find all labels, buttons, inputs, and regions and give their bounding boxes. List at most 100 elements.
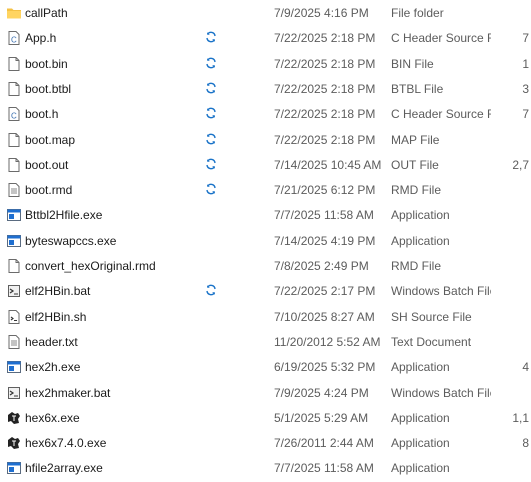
file-type: Application bbox=[391, 233, 450, 248]
file-type: Application bbox=[391, 436, 450, 451]
app-window-icon bbox=[6, 207, 22, 223]
file-row[interactable]: Cboot.h 7/22/2025 2:18 PM C Header Source … bbox=[0, 103, 531, 128]
file-name[interactable]: Bttbl2Hfile.exe bbox=[25, 208, 102, 222]
file-type: Application bbox=[391, 410, 450, 425]
date-modified: 7/14/2025 4:19 PM bbox=[274, 233, 376, 248]
date-modified: 11/20/2012 5:52 AM bbox=[274, 334, 381, 349]
file-size: 3 bbox=[522, 81, 529, 96]
file-name[interactable]: App.h bbox=[25, 31, 56, 45]
date-modified: 7/8/2025 2:49 PM bbox=[274, 259, 369, 273]
file-size: 1 bbox=[522, 56, 529, 71]
text-file-icon bbox=[6, 334, 22, 350]
file-name[interactable]: boot.btbl bbox=[25, 82, 71, 96]
file-row[interactable]: elf2HBin.bat 7/22/2025 2:17 PM Windows Bat… bbox=[0, 280, 531, 305]
file-size: 7 bbox=[522, 107, 529, 122]
sync-status-icon bbox=[205, 284, 217, 296]
file-icon bbox=[6, 56, 22, 72]
date-modified: 7/22/2025 2:17 PM bbox=[274, 284, 376, 299]
file-type: Application bbox=[391, 208, 450, 223]
date-modified: 7/22/2025 2:18 PM bbox=[274, 132, 376, 147]
file-name[interactable]: hex2h.exe bbox=[25, 360, 80, 374]
file-row[interactable]: callPath 7/9/2025 4:16 PM File folder bbox=[0, 2, 531, 27]
file-size: 4 bbox=[522, 360, 529, 375]
sync-status-icon bbox=[205, 183, 217, 195]
file-name[interactable]: boot.map bbox=[25, 133, 75, 147]
file-name[interactable]: byteswapccs.exe bbox=[25, 234, 116, 248]
file-row[interactable]: boot.rmd 7/21/2025 6:12 PM RMD File bbox=[0, 179, 531, 204]
file-row[interactable]: byteswapccs.exe 7/14/2025 4:19 PM Applicat… bbox=[0, 230, 531, 255]
ti-app-icon bbox=[6, 410, 22, 426]
file-type: MAP File bbox=[391, 132, 440, 147]
file-type: BIN File bbox=[391, 56, 434, 71]
date-modified: 7/14/2025 10:45 AM bbox=[274, 157, 382, 172]
file-row[interactable]: hfile2array.exe 7/7/2025 11:58 AM Applicat… bbox=[0, 457, 531, 482]
file-row[interactable]: hex2hmaker.bat 7/9/2025 4:24 PM Windows Ba… bbox=[0, 382, 531, 407]
file-size: 8 bbox=[522, 436, 529, 451]
batch-file-icon bbox=[6, 283, 22, 299]
file-type: SH Source File bbox=[391, 309, 472, 324]
date-modified: 7/22/2025 2:18 PM bbox=[274, 31, 376, 46]
file-name[interactable]: hex2hmaker.bat bbox=[25, 386, 110, 400]
app-window-icon bbox=[6, 359, 22, 375]
folder-icon bbox=[6, 5, 22, 21]
app-window-icon bbox=[6, 460, 22, 476]
batch-file-icon bbox=[6, 385, 22, 401]
file-name[interactable]: header.txt bbox=[25, 335, 78, 349]
file-row[interactable]: header.txt 11/20/2012 5:52 AM Text Documen… bbox=[0, 331, 531, 356]
file-name[interactable]: hfile2array.exe bbox=[25, 461, 103, 475]
file-name[interactable]: boot.rmd bbox=[25, 183, 72, 197]
sync-status-icon bbox=[205, 133, 217, 145]
sync-status-icon bbox=[205, 158, 217, 170]
file-icon bbox=[6, 258, 22, 274]
ti-app-icon bbox=[6, 435, 22, 451]
file-type: C Header Source F... bbox=[391, 31, 491, 46]
file-row[interactable]: hex6x7.4.0.exe 7/26/2011 2:44 AM Applicati… bbox=[0, 432, 531, 457]
file-icon bbox=[6, 157, 22, 173]
file-row[interactable]: convert_hexOriginal.rmd 7/8/2025 2:49 PM R… bbox=[0, 255, 531, 280]
file-size: 7 bbox=[522, 31, 529, 46]
file-type: C Header Source F... bbox=[391, 107, 491, 122]
file-size: 1,1 bbox=[512, 410, 529, 425]
file-type: Application bbox=[391, 360, 450, 375]
file-row[interactable]: boot.out 7/14/2025 10:45 AM OUT File 2,7 bbox=[0, 154, 531, 179]
file-row[interactable]: Bttbl2Hfile.exe 7/7/2025 11:58 AM Applicat… bbox=[0, 204, 531, 229]
file-name[interactable]: hex6x7.4.0.exe bbox=[25, 436, 106, 450]
file-row[interactable]: C App.h 7/22/2025 2:18 PM C Header Source F… bbox=[0, 27, 531, 52]
file-row[interactable]: hex6x.exe 5/1/2025 5:29 AM Application 1,1 bbox=[0, 407, 531, 432]
file-type: Windows Batch File bbox=[391, 284, 491, 299]
date-modified: 7/9/2025 4:16 PM bbox=[274, 6, 369, 20]
sync-status-icon bbox=[205, 107, 217, 119]
file-type: File folder bbox=[391, 6, 444, 20]
file-name[interactable]: boot.bin bbox=[25, 57, 68, 71]
file-type: RMD File bbox=[391, 259, 441, 273]
file-name[interactable]: callPath bbox=[25, 6, 68, 20]
date-modified: 7/22/2025 2:18 PM bbox=[274, 81, 376, 96]
file-name[interactable]: boot.h bbox=[25, 107, 58, 121]
date-modified: 5/1/2025 5:29 AM bbox=[274, 410, 369, 425]
date-modified: 7/10/2025 8:27 AM bbox=[274, 309, 375, 324]
date-modified: 7/26/2011 2:44 AM bbox=[274, 436, 374, 451]
c-header-file-icon: C bbox=[6, 106, 22, 122]
date-modified: 7/7/2025 11:58 AM bbox=[274, 208, 374, 223]
file-row[interactable]: boot.btbl 7/22/2025 2:18 PM BTBL File 3 bbox=[0, 78, 531, 103]
file-icon bbox=[6, 132, 22, 148]
file-type: Application bbox=[391, 461, 450, 476]
file-row[interactable]: elf2HBin.sh 7/10/2025 8:27 AM SH Source Fi… bbox=[0, 306, 531, 331]
file-name[interactable]: convert_hexOriginal.rmd bbox=[25, 259, 156, 273]
file-row[interactable]: boot.bin 7/22/2025 2:18 PM BIN File 1 bbox=[0, 53, 531, 78]
date-modified: 7/9/2025 4:24 PM bbox=[274, 385, 369, 400]
file-name[interactable]: elf2HBin.bat bbox=[25, 284, 90, 298]
date-modified: 7/21/2025 6:12 PM bbox=[274, 183, 376, 198]
file-name[interactable]: elf2HBin.sh bbox=[25, 310, 86, 324]
file-type: Windows Batch File bbox=[391, 385, 491, 400]
sync-status-icon bbox=[205, 82, 217, 94]
file-row[interactable]: hex2h.exe 6/19/2025 5:32 PM Application 4 bbox=[0, 356, 531, 381]
file-name[interactable]: boot.out bbox=[25, 158, 68, 172]
text-file-icon bbox=[6, 182, 22, 198]
file-type: OUT File bbox=[391, 157, 439, 172]
file-name[interactable]: hex6x.exe bbox=[25, 411, 80, 425]
file-type: RMD File bbox=[391, 183, 441, 198]
file-row[interactable]: boot.map 7/22/2025 2:18 PM MAP File bbox=[0, 129, 531, 154]
svg-text:C: C bbox=[11, 112, 17, 121]
date-modified: 7/22/2025 2:18 PM bbox=[274, 107, 376, 122]
